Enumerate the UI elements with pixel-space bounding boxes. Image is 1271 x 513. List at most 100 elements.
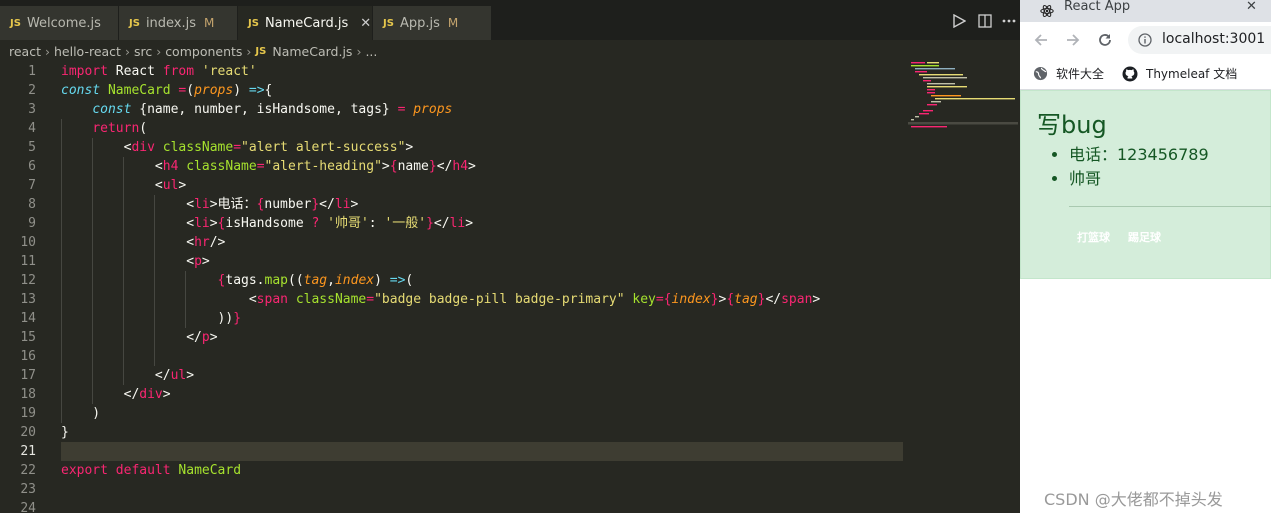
- tab-app[interactable]: JS App.js M: [373, 6, 491, 40]
- breadcrumb-item[interactable]: NameCard.js: [272, 44, 352, 59]
- close-icon[interactable]: ✕: [1246, 0, 1257, 14]
- bookmark-item[interactable]: 软件大全: [1033, 65, 1104, 82]
- js-file-icon: JS: [248, 17, 259, 29]
- tab-label: App.js: [399, 15, 440, 31]
- url-field[interactable]: localhost:3001: [1128, 26, 1271, 54]
- watermark: CSDN @大佬都不掉头发: [1044, 490, 1223, 509]
- forward-arrow-icon[interactable]: [1065, 32, 1081, 48]
- line-number: 1: [28, 64, 36, 79]
- line-number: 23: [20, 482, 36, 497]
- browser-window: React App ✕ localhost:3001 软件大全 Thymelea…: [1020, 0, 1271, 513]
- code-line: </p>: [61, 330, 218, 345]
- code-line: <p>: [61, 254, 210, 269]
- react-logo-icon: [1040, 4, 1054, 18]
- name-card-alert: 写bug 电话：123456789 帅哥 打篮球 踢足球: [1020, 90, 1271, 279]
- badge-pill: 打篮球: [1077, 231, 1110, 244]
- github-icon: [1122, 66, 1138, 81]
- js-file-icon: JS: [10, 17, 21, 29]
- chevron-right-icon: ›: [124, 43, 130, 59]
- url-text: localhost:3001: [1162, 31, 1266, 47]
- line-number: 12: [20, 273, 36, 288]
- code-line: ))}: [61, 311, 242, 326]
- js-file-icon: JS: [129, 17, 140, 29]
- divider: [1069, 206, 1271, 207]
- line-number: 10: [20, 235, 36, 250]
- code-line: import React from 'react': [61, 64, 257, 79]
- code-line: </div>: [61, 387, 171, 402]
- line-number: 16: [20, 349, 36, 364]
- code-line: <li>{isHandsome ? '帅哥': '一般'}</li>: [61, 216, 474, 231]
- breadcrumb: react › hello-react › src › components › JS …: [0, 40, 1020, 62]
- address-bar-row: localhost:3001: [1020, 22, 1271, 58]
- js-file-icon: JS: [255, 45, 267, 57]
- line-number: 8: [28, 197, 36, 212]
- tab-label: NameCard.js: [264, 15, 349, 31]
- chevron-right-icon: ›: [45, 43, 50, 59]
- line-number: 24: [20, 501, 36, 513]
- breadcrumb-item[interactable]: components: [165, 44, 242, 59]
- code-line: const {name, number, isHandsome, tags} =…: [92, 102, 453, 117]
- bookmark-label: 软件大全: [1056, 67, 1105, 81]
- chevron-right-icon: ›: [246, 43, 252, 59]
- code-line: <ul>: [61, 178, 187, 193]
- globe-icon: [1033, 66, 1048, 81]
- card-list: 电话：123456789 帅哥: [1029, 143, 1209, 191]
- tab-welcome[interactable]: JS Welcome.js: [0, 6, 118, 40]
- code-line: <hr/>: [61, 235, 226, 250]
- code-line: <li>电话：{number}</li>: [61, 197, 359, 212]
- line-number: 15: [20, 330, 36, 345]
- line-number: 14: [20, 311, 36, 326]
- handsome-item: 帅哥: [1069, 167, 1209, 191]
- code-line: {tags.map((tag,index) =>(: [217, 273, 414, 288]
- line-number: 9: [28, 216, 36, 231]
- line-number: 22: [20, 463, 36, 478]
- editor-tab-bar: JS Welcome.js JS index.js M JS NameCard.…: [0, 0, 1020, 40]
- line-number: 3: [28, 102, 36, 117]
- minimap[interactable]: [908, 62, 1018, 162]
- chevron-right-icon: ›: [156, 43, 162, 59]
- modified-indicator: M: [447, 16, 459, 30]
- code-line: <span className="badge badge-pill badge-…: [61, 292, 821, 307]
- code-line: return(: [92, 121, 148, 136]
- code-line: </ul>: [61, 368, 195, 383]
- code-line: <h4 className="alert-heading">{name}</h4…: [61, 159, 476, 174]
- line-number: 21: [20, 444, 36, 459]
- close-icon[interactable]: ✕: [360, 16, 371, 31]
- line-number: 2: [28, 83, 36, 98]
- run-icon[interactable]: [952, 14, 966, 28]
- code-editor: JS Welcome.js JS index.js M JS NameCard.…: [0, 0, 1020, 513]
- split-editor-icon[interactable]: [978, 14, 992, 28]
- js-file-icon: JS: [383, 17, 394, 29]
- code-line: ): [61, 406, 101, 421]
- browser-tab[interactable]: React App ✕: [1020, 0, 1271, 22]
- tab-namecard[interactable]: JS NameCard.js ✕: [238, 6, 372, 40]
- line-number: 7: [28, 178, 36, 193]
- breadcrumb-item[interactable]: src: [134, 44, 152, 59]
- line-number: 18: [20, 387, 36, 402]
- breadcrumb-item[interactable]: hello-react: [54, 44, 121, 59]
- browser-tab-title: React App: [1064, 0, 1131, 14]
- phone-item: 电话：123456789: [1069, 143, 1209, 167]
- tab-label: index.js: [145, 15, 197, 31]
- back-arrow-icon[interactable]: [1033, 32, 1049, 48]
- line-number: 17: [20, 368, 36, 383]
- code-line: <div className="alert alert-success">: [61, 140, 414, 155]
- breadcrumb-item[interactable]: react: [9, 44, 41, 59]
- tab-label: Welcome.js: [26, 15, 101, 31]
- more-actions-icon[interactable]: [1002, 19, 1016, 23]
- reload-icon[interactable]: [1097, 32, 1113, 48]
- bookmarks-bar: 软件大全 Thymeleaf 文档: [1020, 58, 1271, 90]
- chevron-right-icon: ›: [356, 43, 362, 59]
- line-number: 6: [28, 159, 36, 174]
- tab-index[interactable]: JS index.js M: [119, 6, 237, 40]
- modified-indicator: M: [204, 16, 215, 30]
- info-icon[interactable]: [1138, 33, 1152, 47]
- bookmark-item[interactable]: Thymeleaf 文档: [1122, 65, 1237, 82]
- line-number: 11: [20, 254, 36, 269]
- line-number: 20: [20, 425, 36, 440]
- bookmark-label: Thymeleaf 文档: [1146, 67, 1238, 81]
- badge-pill: 踢足球: [1128, 231, 1161, 244]
- breadcrumb-item[interactable]: ...: [365, 44, 377, 59]
- line-number: 4: [28, 121, 36, 136]
- line-number: 5: [28, 140, 36, 155]
